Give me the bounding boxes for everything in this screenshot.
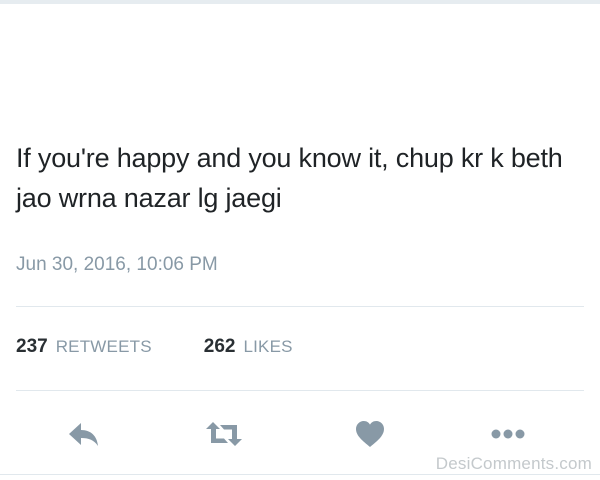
likes-stat[interactable]: 262 LIKES [204,336,293,358]
retweet-button[interactable] [204,414,244,454]
tweet-stats: 237 RETWEETS 262 LIKES [16,336,345,358]
watermark: DesiComments.com [435,454,592,473]
retweets-label: RETWEETS [55,337,152,356]
divider [0,474,600,475]
reply-icon [69,423,98,446]
divider [16,390,584,391]
likes-count: 262 [203,336,236,357]
tweet-actions [0,414,600,454]
heart-icon [356,421,384,447]
retweets-stat[interactable]: 237 RETWEETS [16,336,152,358]
tweet-text: If you're happy and you know it, chup kr… [16,143,563,213]
retweets-count: 237 [16,336,48,357]
reply-button[interactable] [64,414,104,454]
likes-label: LIKES [243,337,293,356]
top-border [0,0,600,4]
retweet-icon [206,422,242,446]
like-button[interactable] [350,414,390,454]
divider [16,306,584,307]
more-icon [491,429,525,439]
more-button[interactable] [488,414,528,454]
tweet-timestamp[interactable]: Jun 30, 2016, 10:06 PM [16,254,218,276]
